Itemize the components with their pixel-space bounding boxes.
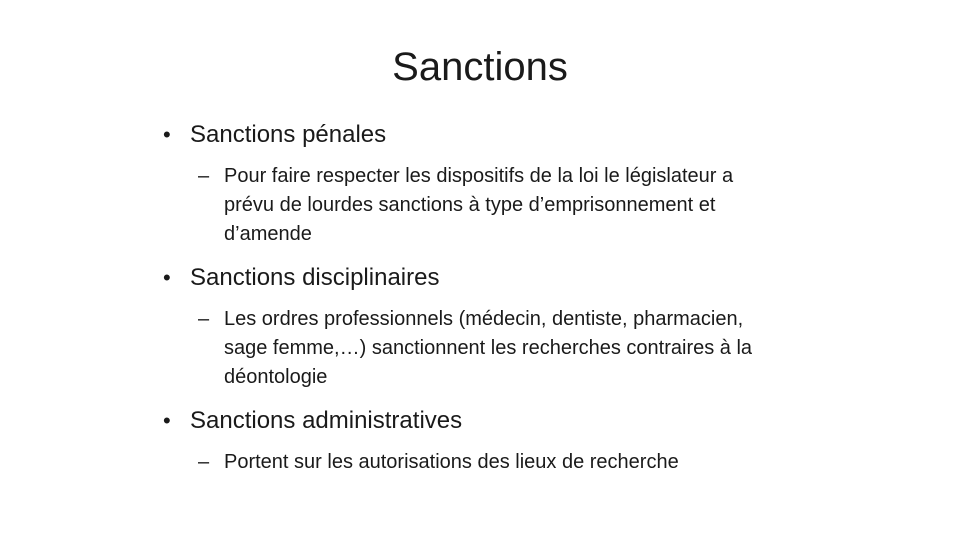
bullet-heading-row: • Sanctions administratives xyxy=(160,404,780,438)
sub-bullet-row: – Portent sur les autorisations des lieu… xyxy=(198,448,759,477)
bullet-heading: Sanctions administratives xyxy=(190,407,463,434)
sub-bullet-row: – Les ordres professionnels (médecin, de… xyxy=(198,305,759,392)
bullet-heading: Sanctions disciplinaires xyxy=(190,264,440,291)
sub-bullet-row: – Pour faire respecter les dispositifs d… xyxy=(198,162,759,249)
list-item: • Sanctions disciplinaires – Les ordres … xyxy=(160,261,780,392)
bullet-icon: • xyxy=(163,265,171,290)
bullet-heading-row: • Sanctions pénales xyxy=(160,118,780,152)
dash-icon: – xyxy=(198,165,210,187)
slide: Sanctions • Sanctions pénales – Pour fai… xyxy=(0,0,960,540)
dash-icon: – xyxy=(198,308,210,330)
bullet-icon: • xyxy=(163,408,171,433)
bullet-list: • Sanctions pénales – Pour faire respect… xyxy=(160,118,780,477)
sub-bullet-text: Les ordres professionnels (médecin, dent… xyxy=(224,308,753,388)
bullet-heading-row: • Sanctions disciplinaires xyxy=(160,261,780,295)
bullet-icon: • xyxy=(163,122,171,147)
bullet-heading: Sanctions pénales xyxy=(190,121,387,148)
sub-bullet-text: Pour faire respecter les dispositifs de … xyxy=(224,165,734,245)
list-item: • Sanctions administratives – Portent su… xyxy=(160,404,780,477)
slide-title: Sanctions xyxy=(392,45,568,89)
list-item: • Sanctions pénales – Pour faire respect… xyxy=(160,118,780,249)
dash-icon: – xyxy=(198,451,210,473)
sub-bullet-text: Portent sur les autorisations des lieux … xyxy=(224,451,679,473)
